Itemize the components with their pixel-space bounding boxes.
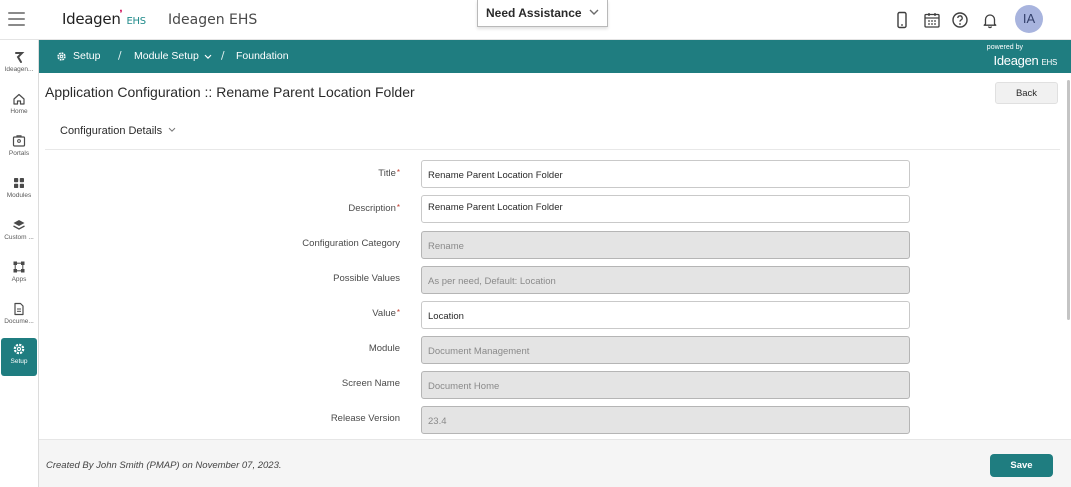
brand-name: Ideagen: [62, 10, 121, 28]
modules-grid-icon: [14, 178, 24, 188]
calendar-icon[interactable]: [923, 11, 941, 29]
screen-name-label: Screen Name: [341, 378, 400, 389]
page-title: Application Configuration :: Rename Pare…: [45, 84, 415, 100]
gear-icon: [13, 343, 25, 355]
value-label: Value*: [372, 308, 400, 319]
module-field: Document Management: [421, 336, 910, 364]
chevron-down-icon: [589, 9, 599, 15]
breadcrumb-bar: Setup / Module Setup / Foundation powere…: [39, 40, 1071, 73]
sidebar-item-label: Home: [10, 108, 28, 115]
release-version-field: 23.4: [421, 406, 910, 434]
sidebar-item-setup[interactable]: Setup: [1, 338, 37, 376]
top-header: Ideagen❜EHS Ideagen EHS Need Assistance …: [0, 0, 1071, 40]
title-label: Title*: [378, 168, 400, 179]
need-assistance-dropdown[interactable]: Need Assistance: [477, 0, 608, 27]
created-by-text: Created By John Smith (PMAP) on November…: [46, 460, 282, 471]
chevron-down-icon: [168, 127, 176, 132]
gear-icon: [57, 52, 66, 61]
sidebar-item-label: Setup: [10, 358, 28, 365]
breadcrumb-module-setup[interactable]: Module Setup: [134, 50, 199, 62]
sidebar-item-modules[interactable]: Modules: [1, 172, 37, 210]
screen-name-field: Document Home: [421, 371, 910, 399]
save-button[interactable]: Save: [990, 454, 1053, 477]
powered-brand: Ideagen: [993, 53, 1039, 68]
powered-by-text: powered by: [986, 44, 1023, 51]
description-label: Description*: [348, 203, 400, 214]
powered-suffix: EHS: [1041, 58, 1057, 67]
apps-icon: [13, 261, 25, 273]
sidebar-item-home[interactable]: Home: [1, 88, 37, 126]
sidebar-item-apps[interactable]: Apps: [1, 256, 37, 294]
back-button[interactable]: Back: [995, 82, 1058, 104]
module-label: Module: [368, 343, 400, 354]
mobile-device-icon[interactable]: [893, 11, 911, 29]
sidebar-item-label: Apps: [11, 276, 27, 283]
brand-swoosh-icon: ❜: [119, 9, 123, 20]
form-footer: Created By John Smith (PMAP) on November…: [39, 439, 1071, 487]
app-name: Ideagen EHS: [168, 12, 258, 28]
breadcrumb-setup[interactable]: Setup: [73, 50, 100, 62]
configuration-category-label: Configuration Category: [302, 238, 400, 249]
possible-values-label: Possible Values: [333, 273, 400, 284]
layers-icon: [13, 220, 25, 230]
hamburger-menu-icon[interactable]: [8, 12, 25, 26]
sidebar-item-label: Portals: [8, 150, 30, 157]
sidebar-item-label: Docume...: [4, 318, 34, 325]
breadcrumb-separator: /: [118, 50, 122, 62]
sidebar-item-label: Ideagen...: [4, 66, 34, 73]
portals-icon: [12, 135, 26, 147]
value-input[interactable]: Location: [421, 301, 910, 329]
breadcrumb-foundation[interactable]: Foundation: [236, 50, 289, 62]
left-sidebar: Ideagen... Home Portals Modules Custom .…: [0, 40, 39, 487]
brand-logo[interactable]: Ideagen❜EHS: [62, 9, 146, 28]
configuration-category-field: Rename: [421, 231, 910, 259]
release-version-label: Release Version: [330, 413, 400, 424]
ideagen-logo-icon: [15, 52, 25, 63]
sidebar-item-custom[interactable]: Custom ...: [1, 214, 37, 252]
home-icon: [13, 93, 25, 105]
sidebar-item-documents[interactable]: Docume...: [1, 298, 37, 336]
chevron-down-icon[interactable]: [204, 54, 212, 60]
description-textarea[interactable]: Rename Parent Location Folder: [421, 195, 910, 223]
section-divider: [45, 149, 1060, 150]
scrollbar-thumb[interactable]: [1067, 80, 1070, 320]
sidebar-item-label: Modules: [6, 192, 32, 199]
breadcrumb-separator: /: [221, 50, 225, 62]
powered-by-logo: Ideagen EHS: [993, 53, 1058, 68]
help-icon[interactable]: [951, 11, 969, 29]
possible-values-field: As per need, Default: Location: [421, 266, 910, 294]
section-title-label: Configuration Details: [60, 125, 163, 137]
notification-bell-icon[interactable]: [981, 11, 999, 29]
title-input[interactable]: Rename Parent Location Folder: [421, 160, 910, 188]
sidebar-item-ideagen[interactable]: Ideagen...: [1, 46, 37, 84]
user-avatar[interactable]: IA: [1015, 5, 1043, 33]
configuration-details-toggle[interactable]: Configuration Details: [60, 125, 176, 137]
sidebar-item-label: Custom ...: [4, 234, 34, 241]
need-assistance-label: Need Assistance: [486, 6, 582, 20]
document-icon: [14, 302, 24, 316]
sidebar-item-portals[interactable]: Portals: [1, 130, 37, 168]
brand-suffix: EHS: [126, 16, 146, 27]
